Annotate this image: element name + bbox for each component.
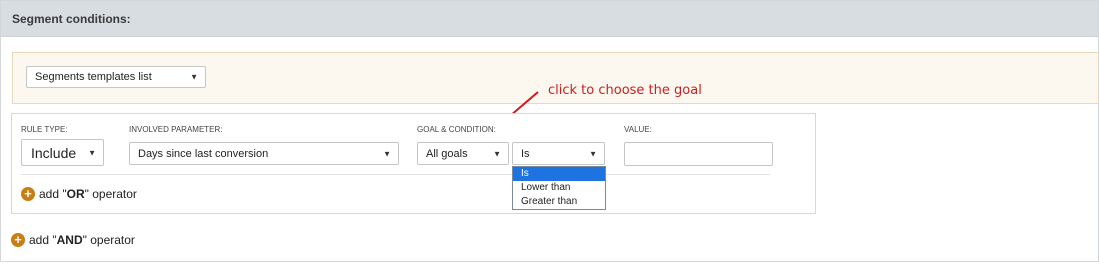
goal-value: All goals [426, 147, 468, 160]
involved-parameter-value: Days since last conversion [138, 147, 269, 160]
add-or-operator-button[interactable]: + add "OR" operator [21, 187, 137, 201]
dropdown-option-lower-than[interactable]: Lower than [513, 181, 605, 195]
add-and-operator-button[interactable]: + add "AND" operator [11, 233, 135, 247]
condition-select[interactable]: Is ▼ [512, 142, 605, 165]
chevron-down-icon: ▼ [383, 149, 391, 158]
rule-box: RULE TYPE: INVOLVED PARAMETER: GOAL & CO… [11, 113, 816, 214]
add-or-text: add "OR" operator [39, 187, 137, 201]
plus-circle-icon: + [21, 187, 35, 201]
goal-condition-label: GOAL & CONDITION: [417, 125, 496, 134]
condition-value: Is [521, 147, 530, 160]
panel-title: Segment conditions: [12, 12, 131, 26]
chevron-down-icon: ▼ [190, 72, 198, 82]
involved-parameter-select[interactable]: Days since last conversion ▼ [129, 142, 399, 165]
divider [21, 174, 770, 175]
rule-type-label: RULE TYPE: [21, 125, 68, 134]
chevron-down-icon: ▼ [493, 149, 501, 158]
value-label: VALUE: [624, 125, 652, 134]
rule-type-value: Include [31, 144, 77, 161]
segment-templates-select[interactable]: Segments templates list ▼ [26, 66, 206, 88]
value-input[interactable] [624, 142, 773, 166]
chevron-down-icon: ▼ [88, 148, 96, 157]
chevron-down-icon: ▼ [589, 149, 597, 158]
plus-circle-icon: + [11, 233, 25, 247]
condition-dropdown-list: Is Lower than Greater than [512, 166, 606, 210]
panel-header: Segment conditions: [1, 1, 1098, 37]
goal-select[interactable]: All goals ▼ [417, 142, 509, 165]
annotation-text: click to choose the goal [548, 83, 702, 98]
dropdown-option-is[interactable]: Is [513, 167, 605, 181]
dropdown-option-greater-than[interactable]: Greater than [513, 195, 605, 209]
segment-templates-value: Segments templates list [35, 71, 152, 83]
add-and-text: add "AND" operator [29, 233, 135, 247]
involved-parameter-label: INVOLVED PARAMETER: [129, 125, 223, 134]
rule-type-select[interactable]: Include ▼ [21, 139, 104, 166]
